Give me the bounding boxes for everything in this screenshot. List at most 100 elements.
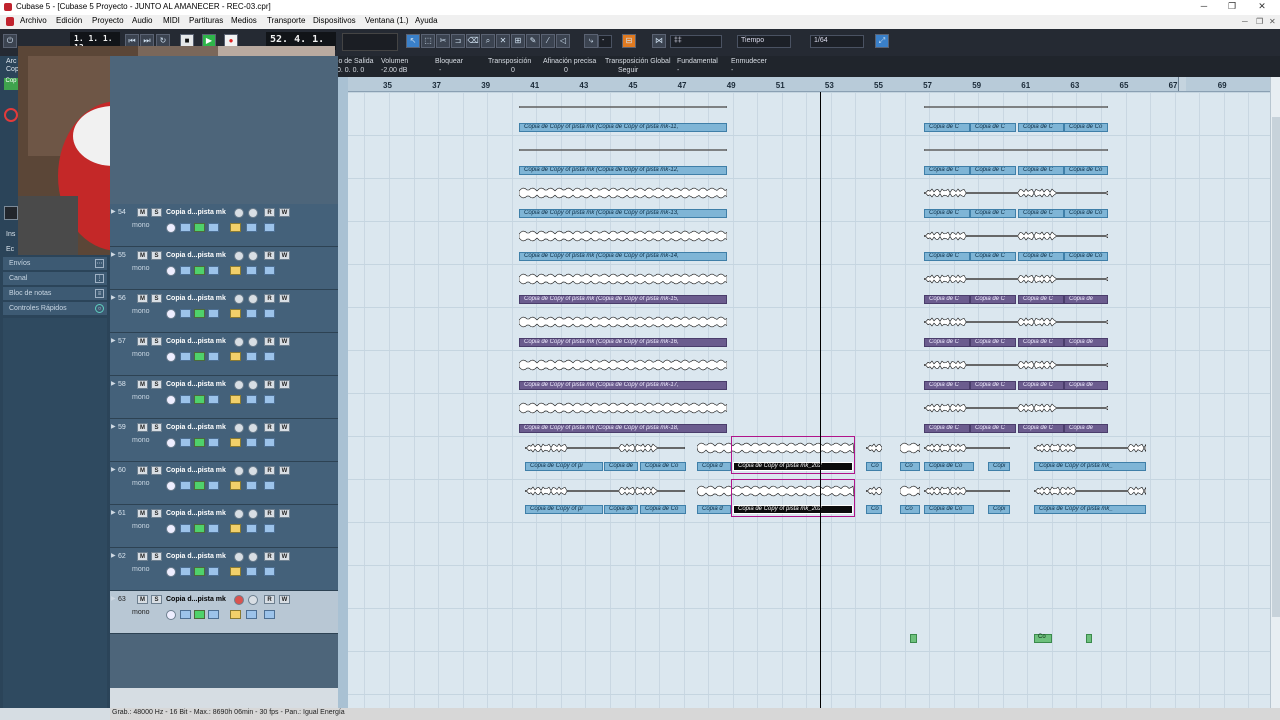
audio-event[interactable]: Copia de C [1018,338,1064,347]
audio-event[interactable]: Copia de C [1018,381,1064,390]
folder-icon[interactable] [246,395,257,404]
timebase-icon[interactable] [194,352,205,361]
timeline-ruler[interactable]: 35 37 39 41 43 45 47 49 51 53 55 57 59 61 63 65 67 69 [348,77,1270,92]
monitor-button[interactable] [248,380,258,390]
audio-event[interactable]: Copia de [1064,295,1108,304]
menu-midi[interactable]: MIDI [163,16,180,25]
autoscroll-icon[interactable]: ⤷ [584,34,598,48]
eraser-icon[interactable]: ⌫ [466,34,480,48]
eq-icon[interactable] [264,223,275,232]
snap-type-select[interactable]: Tiempo [737,35,791,48]
write-automation-button[interactable]: W [279,380,290,389]
audio-event[interactable]: Copi [988,505,1010,514]
inspector-bloc-notas[interactable]: Bloc de notas ≡ [3,287,107,301]
monitor-button[interactable] [248,466,258,476]
insert-icon[interactable] [208,395,219,404]
project-sync-icon[interactable]: ⤢ [875,34,889,48]
folder-icon[interactable] [246,266,257,275]
record-arm-button[interactable] [234,294,244,304]
edit-channel-icon[interactable] [166,438,176,448]
lane-icon[interactable] [180,352,191,361]
eq-icon[interactable] [264,481,275,490]
audio-event[interactable]: Copia de C [970,381,1016,390]
pointer-icon[interactable]: ↖ [406,34,420,48]
mute-button[interactable]: M [137,466,148,475]
audio-event[interactable]: Copia de C [924,424,970,433]
track-header[interactable]: ▶ 55 M S Copia d...pista mk R W mono [110,247,348,290]
info-value-transposicion-global[interactable]: Seguir [618,67,638,74]
glue-icon[interactable]: ⊐ [451,34,465,48]
audio-event[interactable]: Copia de C [970,166,1016,175]
lock-icon[interactable] [230,481,241,490]
record-arm-button[interactable] [234,208,244,218]
menu-medios[interactable]: Medios [231,16,257,25]
vertical-scrollbar[interactable] [1270,77,1280,708]
timebase-icon[interactable] [194,524,205,533]
read-automation-button[interactable]: R [264,208,275,217]
track-header[interactable]: ▶ 61 M S Copia d...pista mk R W mono [110,505,348,548]
lock-icon[interactable] [230,309,241,318]
mute-button[interactable]: M [137,208,148,217]
audio-event[interactable]: Copia d [697,505,731,514]
power-icon[interactable]: ⏻ [3,34,17,48]
lock-icon[interactable] [230,524,241,533]
lane-icon[interactable] [180,610,191,619]
mute-button[interactable]: M [137,251,148,260]
grid-type-icon[interactable]: ⋈ [652,34,666,48]
audio-event[interactable]: Copia de [1064,424,1108,433]
folder-icon[interactable] [246,352,257,361]
read-automation-button[interactable]: R [264,294,275,303]
mdi-close-icon[interactable]: ✕ [1269,17,1276,26]
record-arm-button[interactable] [234,423,244,433]
notepad-icon[interactable]: ≡ [95,289,104,298]
midi-event[interactable] [910,634,917,643]
menu-partituras[interactable]: Partituras [189,16,223,25]
info-value-salida[interactable]: 0. 0. 0. 0 [337,67,364,74]
audio-event[interactable]: Copia de Copy of pista mk (Copia de Copy… [519,123,727,132]
write-automation-button[interactable]: W [279,509,290,518]
track-name[interactable]: Copia d...pista mk [166,295,226,302]
zoom-icon[interactable]: ⌕ [481,34,495,48]
timebase-icon[interactable] [194,610,205,619]
timebase-icon[interactable] [194,309,205,318]
audio-event[interactable]: Co [866,462,882,471]
read-automation-button[interactable]: R [264,380,275,389]
edit-channel-icon[interactable] [166,395,176,405]
inspector-canal[interactable]: Canal ⋮ [3,272,107,286]
inspector-controles-rapidos[interactable]: Controles Rápidos ○ [3,302,107,316]
read-automation-button[interactable]: R [264,509,275,518]
audio-event[interactable]: Copia de C [970,123,1016,132]
audio-event[interactable]: Copia de C [970,295,1016,304]
audio-event[interactable]: Copia de C [1018,209,1064,218]
audio-event[interactable]: Copia de Co [924,462,974,471]
write-automation-button[interactable]: W [279,552,290,561]
track-header[interactable]: ▶ 57 M S Copia d...pista mk R W mono [110,333,348,376]
record-arm-button[interactable] [234,251,244,261]
insert-icon[interactable] [208,352,219,361]
lock-icon[interactable] [230,610,241,619]
solo-button[interactable]: S [151,466,162,475]
record-arm-button[interactable] [234,509,244,519]
eq-icon[interactable] [264,524,275,533]
audio-event[interactable]: Co [900,462,920,471]
audio-event[interactable]: Copia de Co [1064,209,1108,218]
quick-controls-icon[interactable]: ○ [95,304,104,313]
solo-button[interactable]: S [151,552,162,561]
info-value-enmudecer[interactable]: - [731,67,733,74]
audio-event[interactable]: Copia de C [1018,123,1064,132]
read-automation-button[interactable]: R [264,251,275,260]
timebase-icon[interactable] [194,223,205,232]
monitor-icon[interactable] [4,206,18,220]
track-name[interactable]: Copia d...pista mk [166,381,226,388]
info-value-bloquear[interactable]: - [439,67,441,74]
solo-button[interactable]: S [151,251,162,260]
audio-event[interactable]: Copia de C [1018,252,1064,261]
lock-icon[interactable] [230,223,241,232]
solo-button[interactable]: S [151,380,162,389]
insert-icon[interactable] [208,481,219,490]
track-expand-icon[interactable]: ▶ [111,466,116,473]
snap-dash-select[interactable]: - [598,35,612,48]
maximize-button[interactable]: ❐ [1224,1,1240,13]
audio-event[interactable]: Copia de Copy of pista mk (Copia de Copy… [519,424,727,433]
audio-event[interactable]: Copia de C [924,123,970,132]
